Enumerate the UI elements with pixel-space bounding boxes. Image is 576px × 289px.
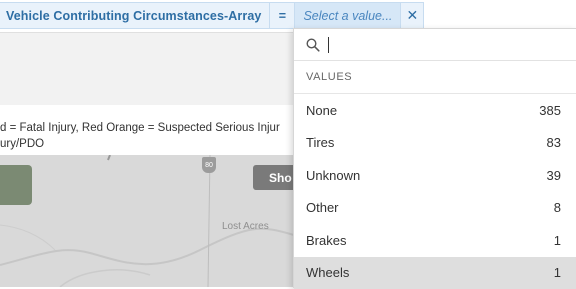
option-label: Other: [306, 200, 339, 215]
option-count: 385: [539, 103, 561, 118]
map-show-button[interactable]: Sho: [253, 165, 294, 190]
option-count: 8: [554, 200, 561, 215]
option-other[interactable]: Other 8: [294, 192, 576, 225]
option-count: 1: [554, 265, 561, 280]
satellite-toggle-thumbnail[interactable]: [0, 165, 32, 205]
option-brakes[interactable]: Brakes 1: [294, 224, 576, 257]
value-dropdown: VALUES None 385 Tires 83 Unknown 39 Othe…: [293, 28, 576, 288]
search-input[interactable]: [337, 36, 571, 53]
filter-operator[interactable]: =: [269, 3, 294, 28]
highway-shield-icon: 80: [202, 157, 216, 173]
close-icon: ✕: [407, 7, 419, 24]
map-view[interactable]: 80 Sho Lost Acres: [0, 155, 294, 287]
option-label: Unknown: [306, 168, 360, 183]
option-label: Tires: [306, 135, 334, 150]
option-label: None: [306, 103, 337, 118]
dropdown-search-row: [294, 29, 576, 61]
filter-field-name[interactable]: Vehicle Contributing Circumstances-Array: [0, 3, 269, 28]
option-count: 39: [547, 168, 561, 183]
filter-value-selector[interactable]: Select a value...: [294, 3, 400, 28]
option-count: 83: [547, 135, 561, 150]
option-label: Brakes: [306, 233, 346, 248]
option-count: 1: [554, 233, 561, 248]
map-legend-text: d = Fatal Injury, Red Orange = Suspected…: [0, 120, 294, 152]
values-section-header: VALUES: [294, 61, 576, 94]
options-list: None 385 Tires 83 Unknown 39 Other 8 Bra…: [294, 94, 576, 289]
text-cursor: [328, 37, 329, 53]
clear-filter-button[interactable]: ✕: [400, 3, 423, 28]
legend-line-1: d = Fatal Injury, Red Orange = Suspected…: [0, 120, 294, 136]
option-unknown[interactable]: Unknown 39: [294, 159, 576, 192]
option-wheels[interactable]: Wheels 1: [294, 257, 576, 289]
filter-pill: Vehicle Contributing Circumstances-Array…: [0, 2, 424, 29]
option-label: Wheels: [306, 265, 349, 280]
map-place-label: Lost Acres: [222, 221, 269, 232]
content-panel: [0, 32, 294, 105]
search-icon: [306, 38, 320, 52]
option-tires[interactable]: Tires 83: [294, 127, 576, 160]
legend-line-2: ury/PDO: [0, 136, 294, 152]
option-none[interactable]: None 385: [294, 94, 576, 127]
